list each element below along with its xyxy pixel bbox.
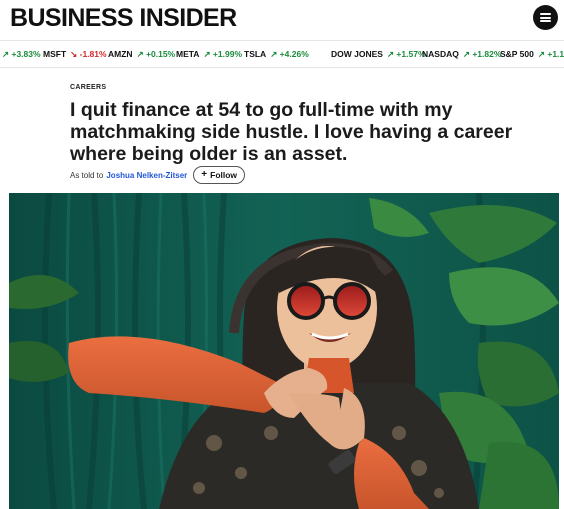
ticker-item[interactable]: MSFT ↘ -1.81% [43, 41, 107, 67]
ticker-symbol: TSLA [244, 49, 267, 59]
article-headline: I quit finance at 54 to go full-time wit… [70, 99, 513, 165]
hamburger-menu-icon [540, 13, 551, 22]
follow-label: Follow [210, 170, 238, 180]
ticker-item[interactable]: META ↗ +1.99% [176, 41, 242, 67]
ticker-symbol: AMZN [108, 49, 133, 59]
ticker-change: ↗ +1.99% [203, 49, 243, 59]
byline: As told to Joshua Nelken-Zitser + Follow [70, 166, 246, 184]
article-category[interactable]: CAREERS [70, 84, 106, 91]
ticker-symbol: MSFT [43, 49, 67, 59]
ticker-symbol: META [176, 49, 200, 59]
plus-icon: + [201, 169, 208, 180]
follow-button[interactable]: + Follow [193, 166, 246, 184]
ticker-symbol: DOW JONES [331, 49, 383, 59]
ticker-item[interactable]: DOW JONES ↗ +1.57% [331, 41, 426, 67]
ticker-symbol: NASDAQ [422, 49, 459, 59]
ticker-symbol: S&P 500 [500, 49, 534, 59]
ticker-change: ↗ +1.82% [462, 49, 502, 59]
hero-image [9, 193, 559, 509]
ticker-change: ↗ +1.57% [386, 49, 426, 59]
ticker-change: ↗ +0.15% [136, 49, 176, 59]
hero-photo-illustration [9, 193, 559, 509]
ticker-change: ↘ -1.81% [70, 49, 107, 59]
stock-ticker: ↗ +3.83% MSFT ↘ -1.81% AMZN ↗ +0.15% META ↗… [0, 40, 564, 68]
ticker-change: ↗ +1.1% [537, 49, 564, 59]
byline-prefix: As told to [70, 170, 104, 180]
ticker-change: ↗ +4.26% [270, 49, 309, 59]
site-header: BUSINESS INSIDER [0, 0, 564, 38]
author-link[interactable]: Joshua Nelken-Zitser [106, 171, 187, 180]
site-logo[interactable]: BUSINESS INSIDER [10, 4, 237, 32]
menu-button[interactable] [533, 5, 558, 30]
ticker-item[interactable]: ↗ +3.83% [2, 41, 41, 67]
ticker-item[interactable]: NASDAQ ↗ +1.82% [422, 41, 501, 67]
ticker-item[interactable]: S&P 500↗ +1.1% [500, 41, 564, 67]
ticker-change: ↗ +3.83% [2, 49, 41, 59]
ticker-item[interactable]: AMZN ↗ +0.15% [108, 41, 175, 67]
ticker-item[interactable]: TSLA ↗ +4.26% [244, 41, 309, 67]
